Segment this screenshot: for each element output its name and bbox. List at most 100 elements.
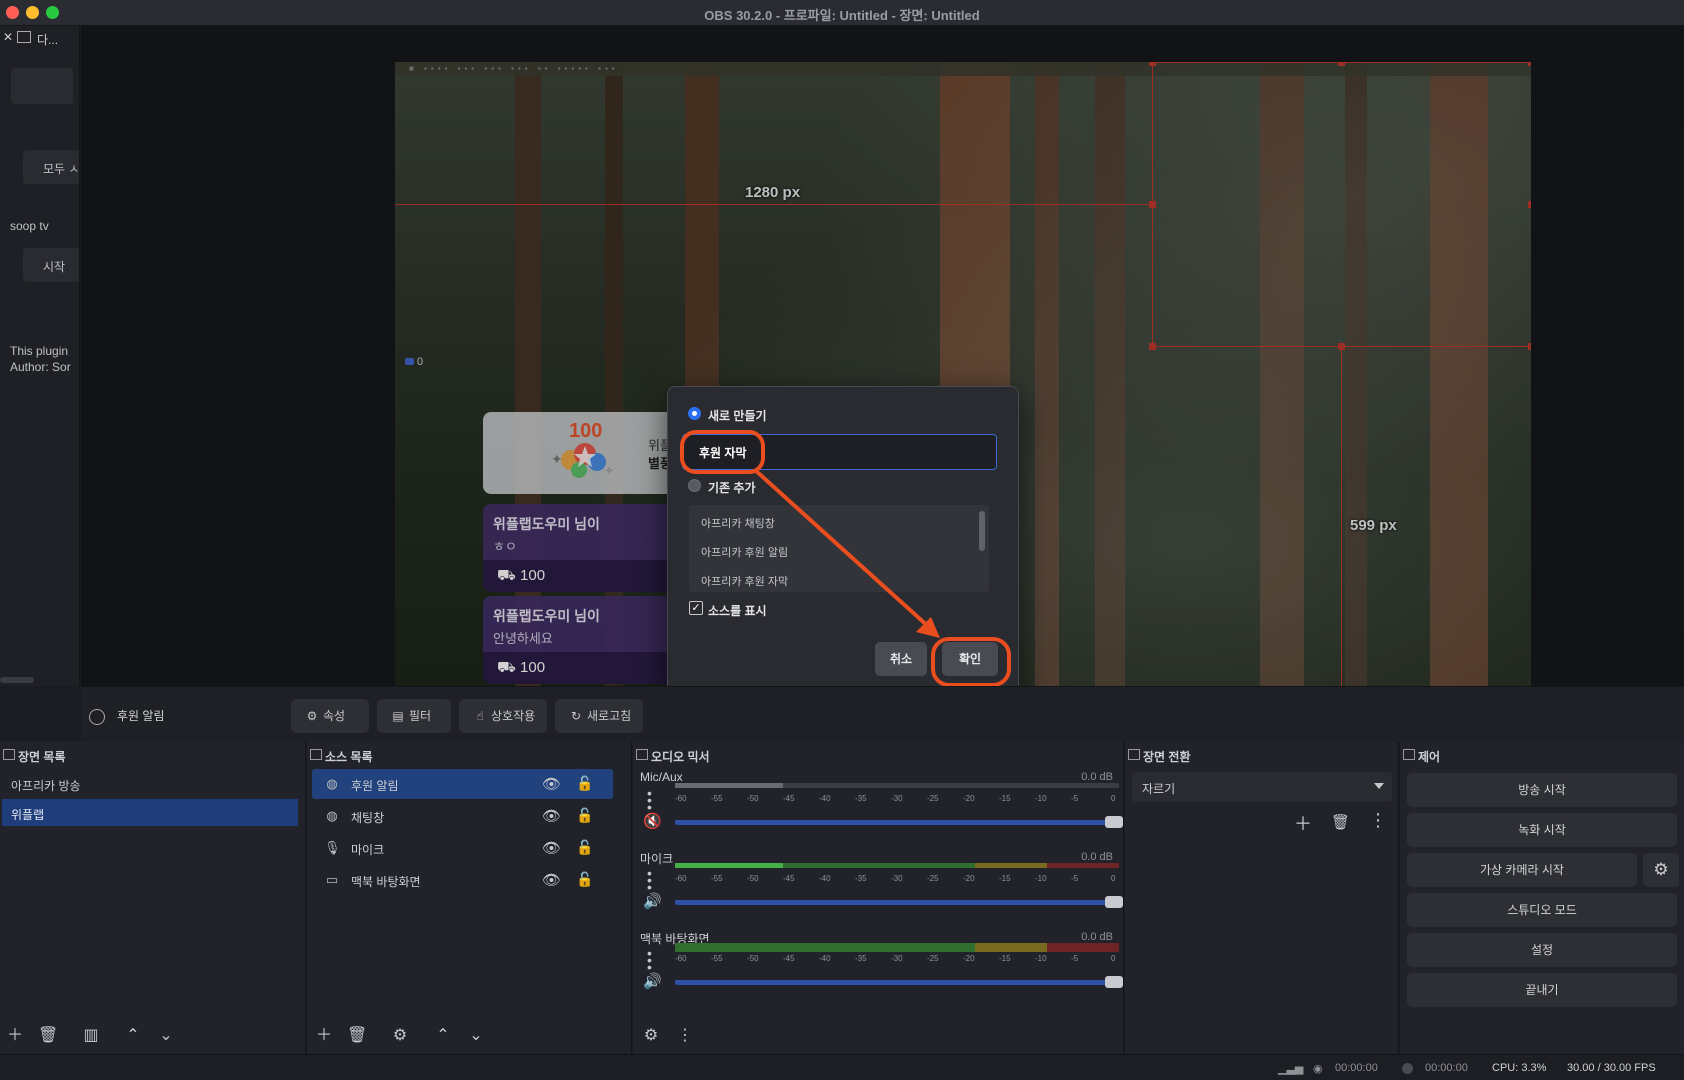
mixer-channel: Mic/Aux 0.0 dB • • • -60 -55 -50 -45 -40 -… xyxy=(633,770,1123,850)
lock-icon[interactable]: 🔓 xyxy=(576,807,593,824)
list-scrollbar[interactable] xyxy=(979,511,985,551)
slider-knob[interactable] xyxy=(1105,896,1123,908)
chevron-down-icon[interactable]: ⌄ xyxy=(156,1026,176,1046)
gear-icon[interactable]: ⚙ xyxy=(390,1026,410,1046)
scene-item-selected[interactable]: 위플랩 xyxy=(2,799,298,826)
plugin-dock: ✕ 다... 모두 ㅅ soop tv 시작 This plugin Autho… xyxy=(0,26,80,686)
start-record-button[interactable]: 녹화 시작 xyxy=(1407,813,1677,847)
plugin-all-button[interactable]: 모두 ㅅ xyxy=(23,150,79,184)
lock-icon[interactable]: 🔓 xyxy=(576,871,593,888)
more-icon[interactable]: • • • xyxy=(647,786,653,814)
trash-icon[interactable]: 🗑 xyxy=(347,1026,367,1046)
virtual-camera-button[interactable]: 가상 카메라 시작 xyxy=(1407,853,1637,887)
meter-yellow xyxy=(975,863,1047,868)
plugin-dock-field[interactable] xyxy=(11,68,73,104)
trash-icon[interactable]: 🗑 xyxy=(1331,813,1350,831)
scenes-header: 장면 목록 xyxy=(0,742,305,766)
more-icon[interactable]: ⋮ xyxy=(1369,810,1387,831)
settings-button[interactable]: 설정 xyxy=(1407,933,1677,967)
add-icon[interactable]: ＋ xyxy=(314,1026,334,1046)
filter-icon[interactable]: ▥ xyxy=(81,1026,101,1046)
volume-slider[interactable] xyxy=(675,816,1123,828)
refresh-button[interactable]: ↻ 새로고침 xyxy=(555,699,643,733)
plugin-dock-scrollbar[interactable] xyxy=(0,677,34,683)
trash-icon[interactable]: 🗑 xyxy=(38,1026,58,1046)
virtual-camera-settings-gear-icon[interactable]: ⚙ xyxy=(1643,853,1679,887)
interact-button[interactable]: ☝ 상호작용 xyxy=(459,699,547,733)
list-item[interactable]: 아프리카 후원 자막 xyxy=(701,573,788,589)
plugin-info-line2: Author: Sor xyxy=(10,360,71,374)
show-source-checkbox[interactable]: ✓ xyxy=(689,601,703,615)
eye-icon[interactable]: 👁 xyxy=(542,807,561,825)
lock-icon[interactable]: 🔓 xyxy=(576,775,593,792)
exit-button[interactable]: 끝내기 xyxy=(1407,973,1677,1007)
meter-red xyxy=(1047,943,1119,952)
source-row[interactable]: ◍ 후원 알림 👁 🔓 xyxy=(312,769,613,799)
source-row[interactable]: ▭ 맥북 바탕화면 👁 🔓 xyxy=(312,865,613,895)
tick-label: -15 xyxy=(999,874,1011,883)
slider-knob[interactable] xyxy=(1105,976,1123,988)
chevron-up-icon[interactable]: ⌃ xyxy=(433,1026,453,1046)
more-icon[interactable]: ⋮ xyxy=(675,1026,695,1046)
list-item[interactable]: 아프리카 후원 알림 xyxy=(701,544,788,560)
cancel-button[interactable]: 취소 xyxy=(875,642,927,676)
tick-label: -35 xyxy=(855,874,867,883)
muted-speaker-icon[interactable]: 🔇 xyxy=(643,812,662,830)
tick-label: -50 xyxy=(747,954,759,963)
existing-sources-list[interactable]: 아프리카 채팅창 아프리카 후원 알림 아프리카 후원 자막 xyxy=(689,505,989,592)
start-stream-button[interactable]: 방송 시작 xyxy=(1407,773,1677,807)
tick-label: -45 xyxy=(783,874,795,883)
plugin-start-button[interactable]: 시작 xyxy=(23,248,79,282)
source-name: 후원 알림 xyxy=(351,779,399,793)
mixer-channel: 마이크 0.0 dB • • • -60 -55 -50 -45 -40 -35 -… xyxy=(633,850,1123,930)
chevron-down-icon xyxy=(1374,783,1384,789)
eye-icon[interactable]: 👁 xyxy=(542,871,561,889)
tick-label: -15 xyxy=(999,794,1011,803)
plugin-service-label: soop tv xyxy=(10,219,49,233)
add-icon[interactable]: ＋ xyxy=(1294,810,1312,836)
lock-icon[interactable]: 🔓 xyxy=(576,839,593,856)
add-existing-radio[interactable] xyxy=(688,479,701,492)
filters-button[interactable]: ▤ 필터 xyxy=(377,699,451,733)
chevron-up-icon[interactable]: ⌃ xyxy=(123,1026,143,1046)
meter-level xyxy=(675,783,783,788)
more-icon[interactable]: • • • xyxy=(647,946,653,974)
eye-icon[interactable]: 👁 xyxy=(542,775,561,793)
source-name: 맥북 바탕화면 xyxy=(351,875,421,889)
level-meter xyxy=(675,863,1119,868)
meter-level xyxy=(675,863,783,868)
scene-item[interactable]: 아프리카 방송 xyxy=(2,770,298,797)
tick-label: -25 xyxy=(927,794,939,803)
list-item[interactable]: 아프리카 채팅창 xyxy=(701,515,775,531)
transition-select[interactable]: 자르기 xyxy=(1132,772,1392,802)
volume-slider[interactable] xyxy=(675,976,1123,988)
source-row[interactable]: 🎙 마이크 👁 🔓 xyxy=(312,833,613,863)
close-icon[interactable]: ✕ xyxy=(3,30,13,44)
tick-label: -40 xyxy=(819,954,831,963)
eye-icon[interactable]: 👁 xyxy=(542,839,561,857)
add-icon[interactable]: ＋ xyxy=(5,1026,25,1046)
tick-label: -50 xyxy=(747,794,759,803)
annotation-ring-ok xyxy=(931,637,1011,687)
title-bar: OBS 30.2.0 - 프로파일: Untitled - 장면: Untitl… xyxy=(0,0,1684,26)
volume-slider[interactable] xyxy=(675,896,1123,908)
sources-header: 소스 목록 xyxy=(307,742,631,766)
source-name: 마이크 xyxy=(351,843,385,857)
source-row[interactable]: ◍ 채팅창 👁 🔓 xyxy=(312,801,613,831)
source-toolbar: 후원 알림 ⚙ 속성 ▤ 필터 ☝ 상호작용 ↻ 새로고침 xyxy=(81,686,1684,742)
speaker-icon[interactable]: 🔊 xyxy=(643,892,662,910)
properties-button[interactable]: ⚙ 속성 xyxy=(291,699,369,733)
slider-knob[interactable] xyxy=(1105,816,1123,828)
transitions-title: 장면 전환 xyxy=(1143,750,1191,764)
create-new-label: 새로 만들기 xyxy=(708,409,767,423)
tick-label: -5 xyxy=(1071,874,1079,883)
studio-mode-button[interactable]: 스튜디오 모드 xyxy=(1407,893,1677,927)
chevron-down-icon[interactable]: ⌄ xyxy=(466,1026,486,1046)
tick-label: -45 xyxy=(783,954,795,963)
scenes-panel: 장면 목록 아프리카 방송 위플랩 ＋ 🗑 ▥ ⌃ ⌄ xyxy=(0,742,306,1054)
create-new-radio[interactable] xyxy=(688,407,701,420)
advanced-audio-gear-icon[interactable]: ⚙ xyxy=(641,1026,661,1046)
record-status-icon xyxy=(1402,1063,1413,1074)
more-icon[interactable]: • • • xyxy=(647,866,653,894)
speaker-icon[interactable]: 🔊 xyxy=(643,972,662,990)
